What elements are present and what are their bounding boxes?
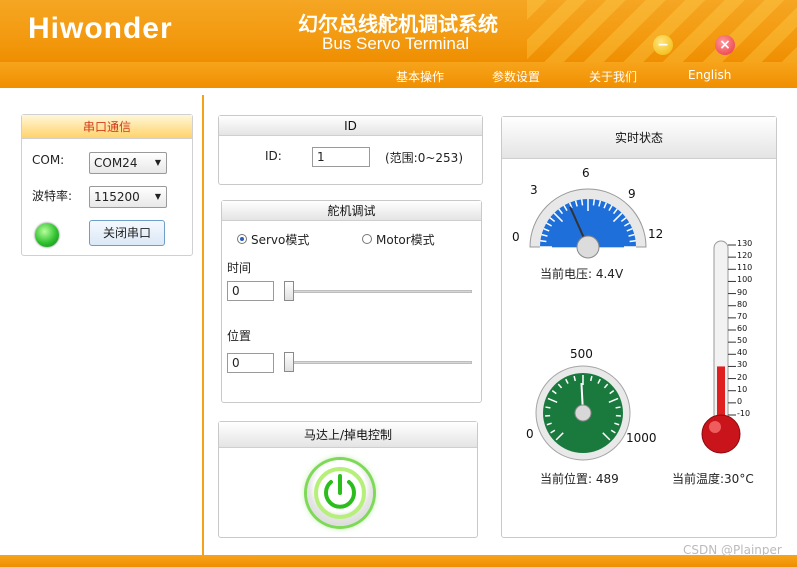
baud-value: 115200 bbox=[94, 190, 140, 204]
position-slider-handle[interactable] bbox=[284, 352, 294, 372]
minimize-button[interactable]: − bbox=[653, 35, 673, 55]
temperature-tick: 120 bbox=[737, 251, 753, 261]
com-label: COM: bbox=[32, 153, 65, 167]
power-button[interactable] bbox=[307, 460, 373, 526]
position-input[interactable]: 0 bbox=[227, 353, 274, 373]
temperature-tick: 20 bbox=[737, 372, 748, 382]
voltage-tick: 9 bbox=[628, 187, 636, 201]
baud-label: 波特率: bbox=[32, 189, 73, 203]
title-bar: Hiwonder 幻尔总线舵机调试系统 Bus Servo Terminal −… bbox=[0, 0, 797, 62]
time-slider-handle[interactable] bbox=[284, 281, 294, 301]
voltage-tick: 0 bbox=[512, 230, 520, 244]
position-tick: 0 bbox=[526, 427, 534, 441]
servo-mode-label: Servo模式 bbox=[251, 233, 310, 247]
watermark: CSDN @Plainper bbox=[683, 543, 782, 557]
temperature-tick: 60 bbox=[737, 324, 748, 333]
position-readout: 当前位置: 489 bbox=[540, 472, 619, 486]
temperature-tick: 10 bbox=[737, 384, 748, 394]
com-value: COM24 bbox=[94, 156, 138, 170]
temperature-tick: 80 bbox=[737, 299, 748, 309]
motor-power-panel: 马达上/掉电控制 bbox=[218, 421, 478, 538]
id-label: ID: bbox=[265, 149, 282, 163]
position-gauge bbox=[535, 365, 631, 461]
chevron-down-icon: ▼ bbox=[154, 192, 161, 201]
servo-mode-radio[interactable] bbox=[237, 234, 247, 244]
time-input[interactable]: 0 bbox=[227, 281, 274, 301]
voltage-tick: 3 bbox=[530, 183, 538, 197]
app-title-en: Bus Servo Terminal bbox=[322, 34, 470, 53]
menu-english[interactable]: English bbox=[688, 68, 731, 82]
temperature-tick: 50 bbox=[737, 336, 748, 346]
time-slider-track[interactable] bbox=[284, 290, 472, 293]
temperature-readout: 当前温度:30°C bbox=[672, 472, 754, 486]
menu-bar: 基本操作 参数设置 关于我们 English bbox=[0, 62, 797, 90]
motor-panel-title: 马达上/掉电控制 bbox=[219, 422, 477, 448]
baud-select[interactable]: 115200 ▼ bbox=[89, 186, 167, 208]
servo-panel-title: 舵机调试 bbox=[222, 201, 481, 221]
position-tick: 1000 bbox=[626, 431, 657, 445]
motor-mode-radio[interactable] bbox=[362, 234, 372, 244]
position-tick: 500 bbox=[570, 347, 593, 361]
id-panel-title: ID bbox=[219, 116, 482, 136]
temperature-tick: 0 bbox=[737, 396, 743, 406]
temperature-tick: 130 bbox=[737, 239, 753, 248]
temperature-tick: 100 bbox=[737, 275, 753, 285]
serial-panel: 串口通信 COM: COM24 ▼ 波特率: 115200 ▼ 关闭串口 bbox=[21, 114, 193, 256]
realtime-status-panel: 实时状态 0 3 6 9 12 当前电压: 4.4V 0 500 1000 当前… bbox=[501, 116, 777, 538]
id-input[interactable]: 1 bbox=[312, 147, 370, 167]
com-select[interactable]: COM24 ▼ bbox=[89, 152, 167, 174]
menu-parameter-settings[interactable]: 参数设置 bbox=[492, 68, 540, 85]
temperature-tick: 40 bbox=[737, 348, 748, 358]
temperature-tick: 90 bbox=[737, 287, 748, 297]
chevron-down-icon: ▼ bbox=[154, 158, 161, 167]
voltage-tick: 12 bbox=[648, 227, 664, 241]
close-button[interactable]: × bbox=[715, 35, 735, 55]
voltage-tick: 6 bbox=[582, 166, 590, 180]
temperature-tick: 110 bbox=[737, 263, 753, 273]
position-slider-track[interactable] bbox=[284, 361, 472, 364]
status-panel-title: 实时状态 bbox=[502, 117, 776, 159]
servo-debug-panel: 舵机调试 Servo模式 Motor模式 时间 0 位置 0 bbox=[221, 200, 482, 403]
power-icon bbox=[314, 467, 366, 519]
motor-mode-label: Motor模式 bbox=[376, 233, 435, 247]
time-label: 时间 bbox=[227, 261, 252, 275]
close-port-button[interactable]: 关闭串口 bbox=[89, 220, 165, 246]
pane-divider bbox=[202, 95, 204, 555]
temperature-tick: 70 bbox=[737, 311, 748, 321]
app-title-cn: 幻尔总线舵机调试系统 bbox=[298, 12, 498, 36]
menu-about-us[interactable]: 关于我们 bbox=[589, 68, 637, 85]
logo: Hiwonder bbox=[28, 12, 173, 45]
menu-basic-operation[interactable]: 基本操作 bbox=[396, 68, 444, 85]
temperature-tick: 30 bbox=[737, 360, 748, 370]
connection-led bbox=[35, 223, 59, 247]
id-range-hint: (范围:0~253) bbox=[385, 151, 464, 165]
temperature-tick: -10 bbox=[737, 409, 751, 418]
status-bar bbox=[0, 555, 797, 567]
thermometer bbox=[701, 240, 741, 454]
voltage-readout: 当前电压: 4.4V bbox=[540, 267, 624, 281]
serial-panel-title: 串口通信 bbox=[22, 115, 192, 139]
id-panel: ID ID: 1 (范围:0~253) bbox=[218, 115, 483, 185]
position-label: 位置 bbox=[227, 329, 252, 343]
